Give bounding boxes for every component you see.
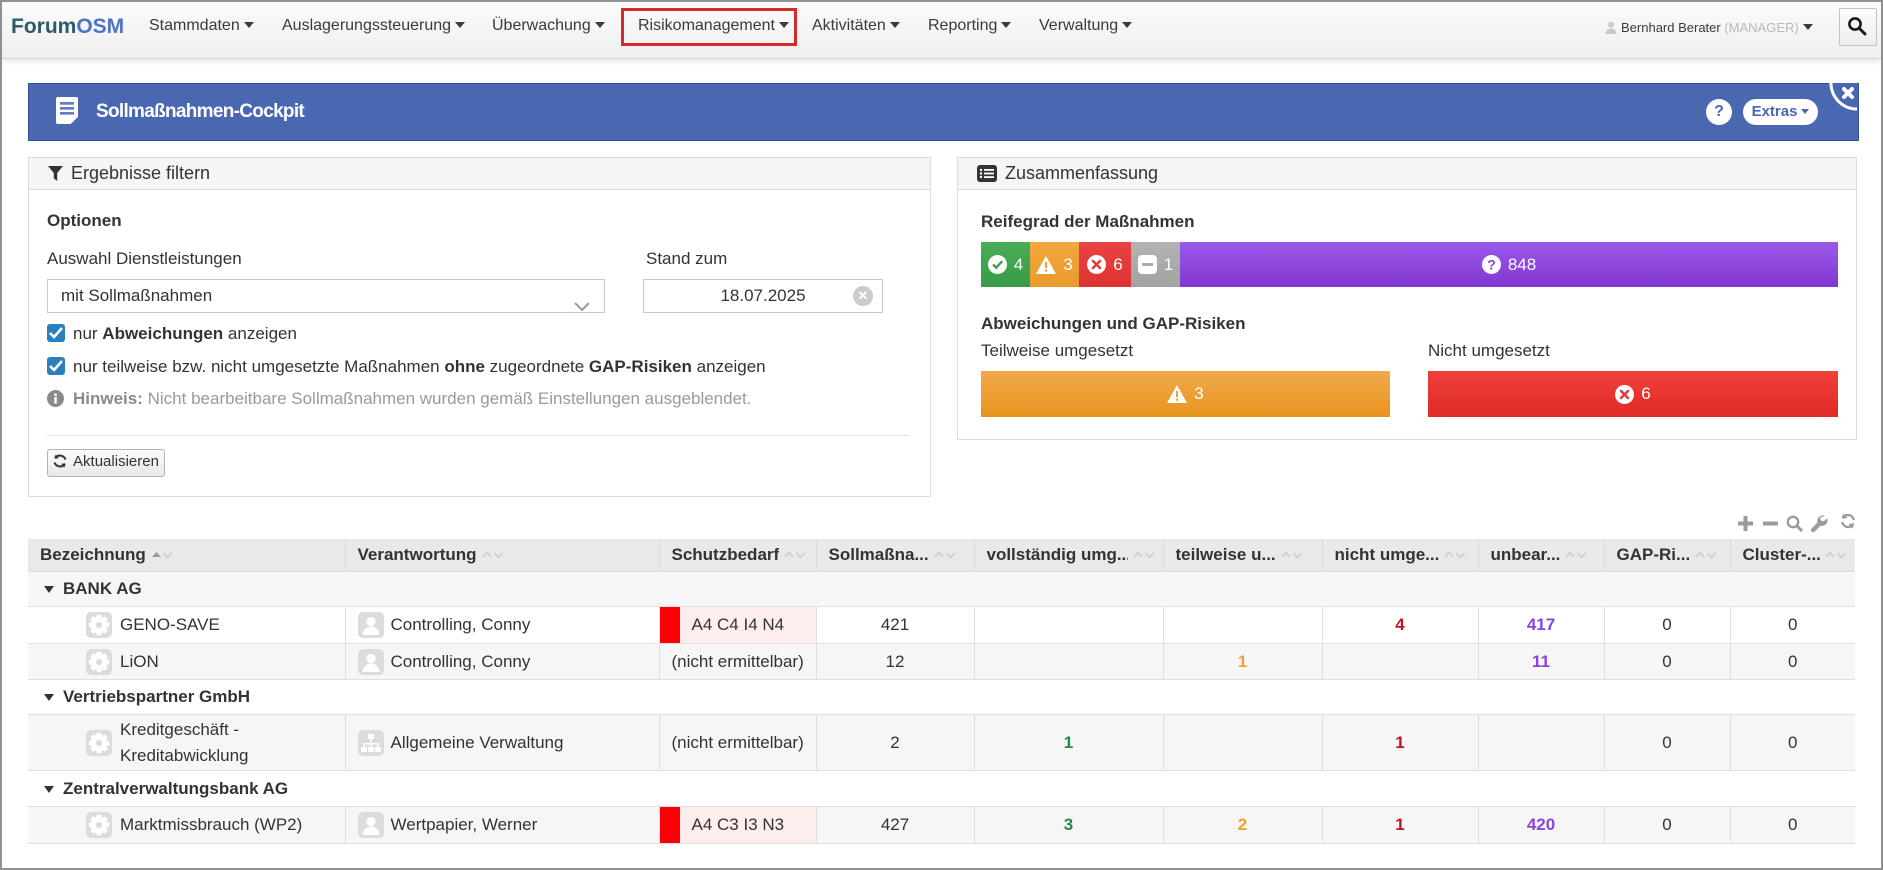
svg-text:?: ? [1487, 257, 1496, 273]
